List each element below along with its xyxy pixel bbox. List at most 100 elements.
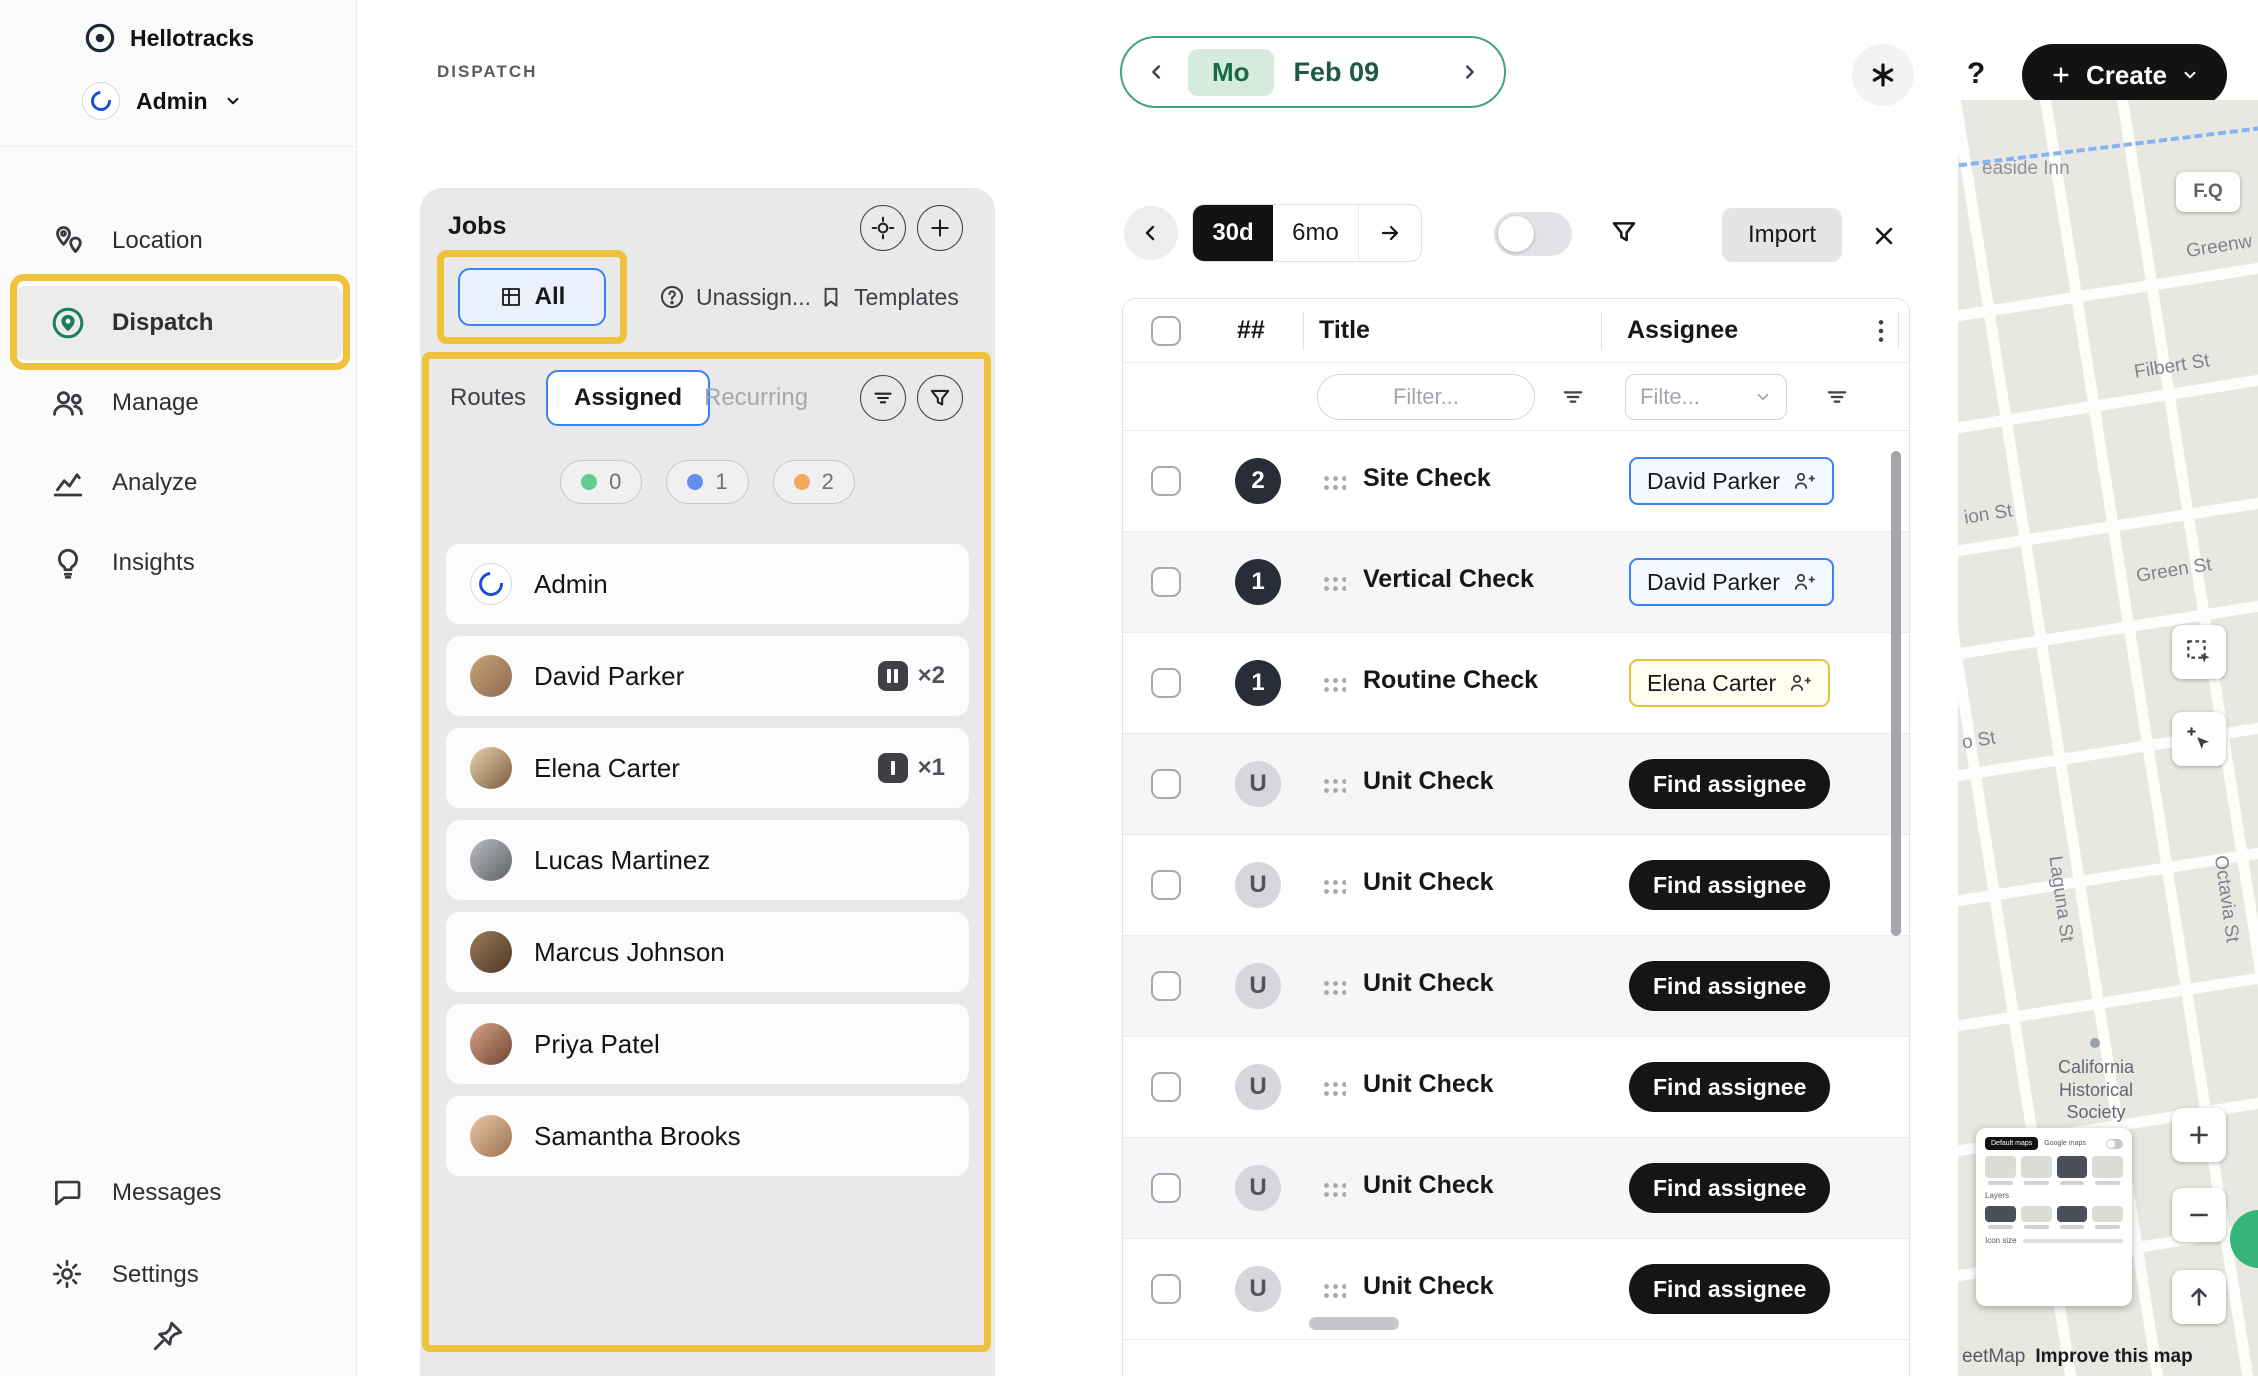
status-count-orange[interactable]: 2 <box>772 460 855 504</box>
map-style-thumb[interactable] <box>2056 1156 2088 1185</box>
drag-handle-icon[interactable] <box>1321 877 1346 894</box>
sidebar-item-manage[interactable]: Manage <box>14 366 343 440</box>
member-row-samantha-brooks[interactable]: Samantha Brooks <box>446 1096 969 1176</box>
drag-handle-icon[interactable] <box>1321 675 1346 692</box>
table-view-toggle[interactable] <box>1494 212 1572 256</box>
row-checkbox[interactable] <box>1151 1173 1181 1203</box>
next-day-button[interactable] <box>1458 61 1480 83</box>
map-style-thumb[interactable] <box>2092 1156 2123 1185</box>
vertical-scrollbar[interactable] <box>1891 451 1901 936</box>
map-search-control[interactable]: F.Q <box>2176 172 2240 212</box>
icon-size-slider[interactable] <box>2022 1238 2123 1243</box>
table-row[interactable]: U Unit Check Find assignee <box>1123 936 1909 1037</box>
find-assignee-button[interactable]: Find assignee <box>1629 961 1831 1011</box>
table-row[interactable]: 2 Site Check David Parker <box>1123 431 1909 532</box>
default-maps-button[interactable]: Default maps <box>1985 1137 2039 1150</box>
range-next-button[interactable] <box>1359 205 1421 261</box>
map-zoom-out-button[interactable] <box>2172 1188 2226 1242</box>
table-row[interactable]: U Unit Check Find assignee <box>1123 1239 1909 1340</box>
assignee-chip[interactable]: Elena Carter <box>1629 659 1831 707</box>
map-layers-panel[interactable]: Default maps Google maps Layers Icon siz… <box>1976 1128 2132 1306</box>
assignee-filter-select[interactable]: Filte... <box>1625 374 1787 420</box>
map-select-area-button[interactable] <box>2172 625 2226 679</box>
row-checkbox[interactable] <box>1151 668 1181 698</box>
column-header-assignee[interactable]: Assignee <box>1627 316 1738 345</box>
sort-routes-button[interactable] <box>860 375 906 421</box>
member-row-admin[interactable]: Admin <box>446 544 969 624</box>
tab-routes[interactable]: Routes <box>450 384 526 412</box>
find-assignee-button[interactable]: Find assignee <box>1629 1163 1831 1213</box>
range-30d-button[interactable]: 30d <box>1193 205 1273 261</box>
map-style-thumb[interactable] <box>2020 1156 2052 1185</box>
account-switcher[interactable]: Admin <box>82 82 242 120</box>
sidebar-item-location[interactable]: Location <box>14 204 343 278</box>
title-filter-input[interactable] <box>1317 374 1535 420</box>
tab-recurring[interactable]: Recurring <box>704 384 808 412</box>
map-layer-thumb[interactable] <box>2056 1206 2088 1229</box>
drag-handle-icon[interactable] <box>1321 1079 1346 1096</box>
status-count-blue[interactable]: 1 <box>666 460 749 504</box>
import-button[interactable]: Import <box>1722 208 1843 262</box>
tab-unassigned-jobs[interactable]: Unassign... <box>658 268 811 326</box>
drag-handle-icon[interactable] <box>1321 574 1346 591</box>
table-row[interactable]: U Unit Check Find assignee <box>1123 1037 1909 1138</box>
member-row-elena-carter[interactable]: Elena Carter ×1 <box>446 728 969 808</box>
tab-all-jobs[interactable]: All <box>458 268 606 326</box>
row-checkbox[interactable] <box>1151 769 1181 799</box>
sidebar-item-messages[interactable]: Messages <box>14 1156 343 1230</box>
table-row[interactable]: 1 Routine Check Elena Carter <box>1123 633 1909 734</box>
locate-jobs-button[interactable] <box>860 205 906 251</box>
layers-toggle[interactable] <box>2106 1138 2123 1149</box>
find-assignee-button[interactable]: Find assignee <box>1629 1062 1831 1112</box>
row-checkbox[interactable] <box>1151 1274 1181 1304</box>
prev-day-button[interactable] <box>1146 61 1168 83</box>
table-row[interactable]: U Unit Check Find assignee <box>1123 1138 1909 1239</box>
sidebar-item-insights[interactable]: Insights <box>14 526 343 600</box>
row-checkbox[interactable] <box>1151 567 1181 597</box>
drag-handle-icon[interactable] <box>1321 473 1346 490</box>
drag-handle-icon[interactable] <box>1321 978 1346 995</box>
drag-handle-icon[interactable] <box>1321 1281 1346 1298</box>
assignee-chip[interactable]: David Parker <box>1629 558 1834 606</box>
column-header-title[interactable]: Title <box>1319 316 1370 345</box>
find-assignee-button[interactable]: Find assignee <box>1629 759 1831 809</box>
table-row[interactable]: U Unit Check Find assignee <box>1123 734 1909 835</box>
member-row-marcus-johnson[interactable]: Marcus Johnson <box>446 912 969 992</box>
table-row[interactable]: 1 Vertical Check David Parker <box>1123 532 1909 633</box>
find-assignee-button[interactable]: Find assignee <box>1629 860 1831 910</box>
tab-templates[interactable]: Templates <box>818 268 959 326</box>
filter-routes-button[interactable] <box>917 375 963 421</box>
filter-lines-icon[interactable] <box>1823 383 1851 411</box>
collapse-table-button[interactable] <box>1124 206 1178 260</box>
map-layer-thumb[interactable] <box>1985 1206 2016 1229</box>
map-layer-thumb[interactable] <box>2092 1206 2123 1229</box>
map-style-thumb[interactable] <box>1985 1156 2016 1185</box>
row-checkbox[interactable] <box>1151 466 1181 496</box>
sidebar-item-settings[interactable]: Settings <box>14 1238 343 1312</box>
tab-assigned[interactable]: Assigned <box>546 370 711 426</box>
pin-sidebar-button[interactable] <box>146 1314 190 1358</box>
row-checkbox[interactable] <box>1151 1072 1181 1102</box>
table-filter-button[interactable] <box>1608 216 1642 250</box>
sidebar-item-dispatch[interactable]: Dispatch <box>14 286 343 360</box>
create-button[interactable]: Create <box>2022 44 2227 106</box>
drag-handle-icon[interactable] <box>1321 776 1346 793</box>
google-maps-label[interactable]: Google maps <box>2044 1140 2086 1147</box>
range-6mo-button[interactable]: 6mo <box>1273 205 1359 261</box>
sidebar-item-analyze[interactable]: Analyze <box>14 446 343 520</box>
member-row-priya-patel[interactable]: Priya Patel <box>446 1004 969 1084</box>
add-job-button[interactable] <box>917 205 963 251</box>
map-zoom-in-button[interactable] <box>2172 1108 2226 1162</box>
assignee-chip[interactable]: David Parker <box>1629 457 1834 505</box>
row-checkbox[interactable] <box>1151 971 1181 1001</box>
member-row-david-parker[interactable]: David Parker ×2 <box>446 636 969 716</box>
table-row[interactable]: U Unit Check Find assignee <box>1123 835 1909 936</box>
select-all-checkbox[interactable] <box>1151 316 1181 346</box>
filter-lines-icon[interactable] <box>1559 383 1587 411</box>
column-menu-button[interactable] <box>1865 315 1897 347</box>
close-table-button[interactable] <box>1862 214 1906 258</box>
horizontal-scrollbar[interactable] <box>1309 1317 1399 1330</box>
status-count-green[interactable]: 0 <box>560 460 643 504</box>
map[interactable]: easide Inn F.Q Greenw Filbert St ion St … <box>1958 100 2258 1376</box>
column-header-number[interactable]: ## <box>1237 316 1265 345</box>
